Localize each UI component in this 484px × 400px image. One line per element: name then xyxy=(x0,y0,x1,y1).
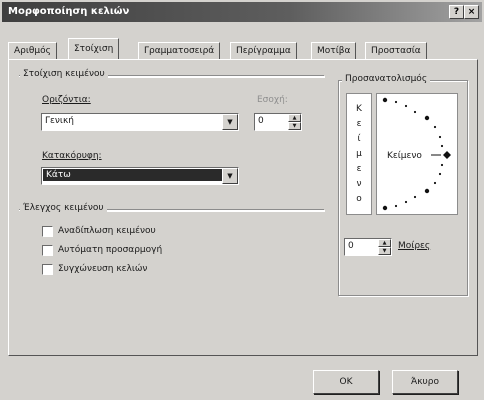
degrees-spin-buttons: ▲ ▼ xyxy=(378,239,391,255)
tab-alignment[interactable]: Στοίχιση xyxy=(68,38,120,59)
dial-tick xyxy=(440,163,444,167)
dial-tick xyxy=(438,172,442,176)
degrees-spinner[interactable]: 0 ▲ ▼ xyxy=(344,238,392,256)
dial-point-minus90 xyxy=(382,205,388,211)
vertical-text-char: ν xyxy=(356,179,362,189)
arrow-up-icon: ▲ xyxy=(382,240,387,246)
vertical-text-char: μ xyxy=(356,149,362,159)
arrow-down-icon: ▼ xyxy=(292,123,297,129)
dial-point-45 xyxy=(424,115,430,121)
indent-up-button[interactable]: ▲ xyxy=(288,114,301,122)
text-control-group-title: Έλεγχος κειμένου xyxy=(20,203,107,213)
indent-label: Εσοχή: xyxy=(257,95,288,105)
horizontal-dropdown-button[interactable]: ▼ xyxy=(222,114,238,130)
help-button[interactable]: ? xyxy=(449,5,464,19)
dial-tick xyxy=(404,200,408,204)
wrap-text-checkbox[interactable] xyxy=(42,226,53,237)
arrow-up-icon: ▲ xyxy=(292,115,297,121)
wrap-text-label: Αναδίπλωση κειμένου xyxy=(58,226,156,236)
arrow-down-icon: ▼ xyxy=(382,248,387,254)
vertical-text-box[interactable]: Κ ε ί μ ε ν ο xyxy=(346,93,372,215)
degrees-down-button[interactable]: ▼ xyxy=(378,247,391,255)
chevron-down-icon: ▼ xyxy=(227,118,233,126)
degrees-value: 0 xyxy=(348,241,354,251)
indent-spinner[interactable]: 0 ▲ ▼ xyxy=(254,113,302,131)
horizontal-value: Γενική xyxy=(45,116,74,126)
dial-tick xyxy=(433,125,437,129)
dial-tick xyxy=(394,100,398,104)
dial-tick xyxy=(404,104,408,108)
ok-button[interactable]: OK xyxy=(313,370,379,394)
dial-tick xyxy=(433,181,437,185)
dial-point-minus45 xyxy=(424,188,430,194)
vertical-select[interactable]: Κάτω ▼ xyxy=(41,167,239,185)
vertical-text-char: Κ xyxy=(356,104,362,114)
dial-tick xyxy=(413,195,417,199)
chevron-down-icon: ▼ xyxy=(227,172,233,180)
shrink-to-fit-label: Αυτόματη προσαρμογή xyxy=(58,245,163,255)
horizontal-label: Οριζόντια: xyxy=(42,95,91,105)
dial-tick xyxy=(440,144,444,148)
vertical-text-char: ο xyxy=(356,194,362,204)
merge-cells-checkbox[interactable] xyxy=(42,264,53,275)
vertical-dropdown-button[interactable]: ▼ xyxy=(222,168,238,184)
vertical-text-char: ε xyxy=(356,119,362,129)
dial-point-90 xyxy=(382,97,388,103)
tab-font[interactable]: Γραμματοσειρά xyxy=(138,42,221,59)
indent-down-button[interactable]: ▼ xyxy=(288,122,301,130)
dial-point-0 xyxy=(443,151,451,159)
orientation-dial[interactable]: Κείμενο xyxy=(376,93,458,215)
indent-value: 0 xyxy=(258,116,264,126)
cancel-button[interactable]: Άκυρο xyxy=(392,370,458,394)
close-button[interactable]: × xyxy=(464,5,479,19)
vertical-text-char: ί xyxy=(357,134,361,144)
dial-tick xyxy=(413,110,417,114)
shrink-to-fit-checkbox[interactable] xyxy=(42,245,53,256)
horizontal-select[interactable]: Γενική ▼ xyxy=(41,113,239,131)
degrees-up-button[interactable]: ▲ xyxy=(378,239,391,247)
indent-spin-buttons: ▲ ▼ xyxy=(288,114,301,130)
alignment-group-title: Στοίχιση κειμένου xyxy=(20,69,108,79)
dial-tick xyxy=(438,135,442,139)
format-cells-dialog: Μορφοποίηση κελιών ? × Αριθμός Στοίχιση … xyxy=(0,0,484,400)
degrees-label: Μοίρες xyxy=(398,241,431,251)
vertical-text-char: ε xyxy=(356,164,362,174)
vertical-value: Κάτω xyxy=(43,169,222,181)
vertical-label: Κατακόρυφη: xyxy=(42,151,102,161)
tab-border[interactable]: Περίγραμμα xyxy=(230,42,297,59)
orientation-group-title: Προσανατολισμός xyxy=(342,74,431,84)
dial-tick xyxy=(394,204,398,208)
dial-text: Κείμενο xyxy=(387,151,422,161)
window-title: Μορφοποίηση κελιών xyxy=(8,6,130,17)
tab-patterns[interactable]: Μοτίβα xyxy=(311,42,357,59)
title-bar: Μορφοποίηση κελιών ? × xyxy=(2,2,482,22)
tab-protection[interactable]: Προστασία xyxy=(365,42,427,59)
merge-cells-label: Συγχώνευση κελιών xyxy=(58,264,148,274)
tab-number[interactable]: Αριθμός xyxy=(8,42,57,59)
